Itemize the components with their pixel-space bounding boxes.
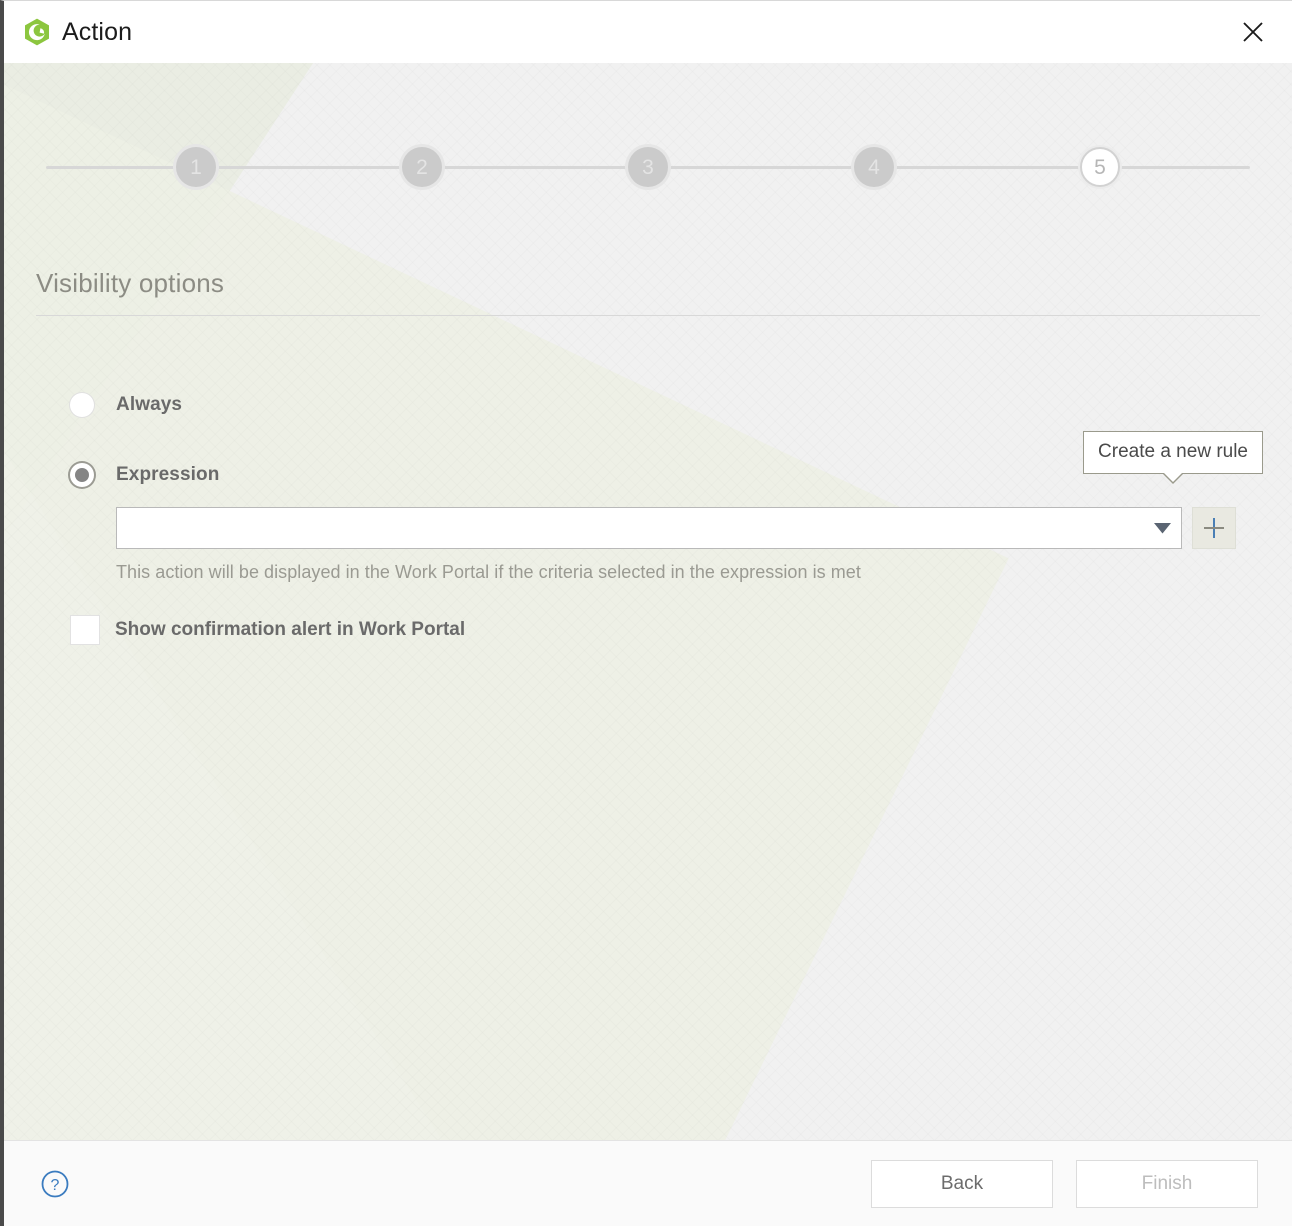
confirmation-alert-row[interactable]: Show confirmation alert in Work Portal [70, 615, 1262, 645]
step-5-label: 5 [1094, 155, 1106, 179]
step-3[interactable]: 3 [628, 147, 668, 187]
wizard-stepper: 1 2 3 4 5 [38, 143, 1258, 191]
window-title: Action [62, 17, 133, 46]
radio-always-label: Always [116, 394, 183, 415]
expression-hint-text: This action will be displayed in the Wor… [116, 562, 861, 582]
expression-dropdown[interactable] [116, 507, 1182, 549]
radio-expression-label: Expression [116, 464, 220, 485]
help-question-icon[interactable]: ? [40, 1169, 70, 1199]
expression-block: Create a new rule This action will be di… [70, 431, 1263, 645]
step-2-label: 2 [416, 155, 428, 179]
close-icon[interactable] [1236, 15, 1270, 49]
action-dialog-window: Action 1 2 3 4 5 Visibility options Alwa… [0, 0, 1292, 1226]
radio-always[interactable] [70, 393, 94, 417]
step-5[interactable]: 5 [1080, 147, 1120, 187]
create-rule-tooltip-label: Create a new rule [1098, 441, 1248, 462]
section-divider [36, 315, 1260, 316]
dialog-footer: ? Back Finish [4, 1140, 1292, 1226]
step-3-label: 3 [642, 155, 654, 179]
checkbox-show-confirmation-alert-label: Show confirmation alert in Work Portal [115, 619, 466, 640]
page-title: Visibility options [36, 268, 225, 298]
back-button[interactable]: Back [871, 1159, 1053, 1208]
dialog-content: 1 2 3 4 5 Visibility options Always Expr… [4, 63, 1292, 1140]
step-4[interactable]: 4 [854, 147, 894, 187]
green-hexagon-logo-icon [22, 17, 52, 47]
step-2[interactable]: 2 [402, 147, 442, 187]
svg-text:?: ? [51, 1177, 60, 1194]
step-1[interactable]: 1 [176, 147, 216, 187]
title-bar: Action [4, 1, 1292, 63]
chevron-down-icon[interactable] [1143, 522, 1181, 534]
radio-expression[interactable] [70, 463, 94, 487]
create-rule-button[interactable] [1192, 507, 1236, 549]
radio-expression-dot [75, 468, 89, 482]
create-rule-tooltip: Create a new rule [1083, 431, 1263, 484]
step-1-label: 1 [190, 155, 202, 179]
step-4-label: 4 [868, 155, 880, 179]
plus-icon [1202, 516, 1226, 540]
finish-button[interactable]: Finish [1076, 1159, 1258, 1208]
option-always-row[interactable]: Always [70, 393, 1262, 417]
visibility-options-group: Always Expression Create a new rule This… [70, 393, 1263, 645]
section-header: Visibility options [36, 268, 1260, 316]
checkbox-show-confirmation-alert[interactable] [70, 615, 100, 645]
